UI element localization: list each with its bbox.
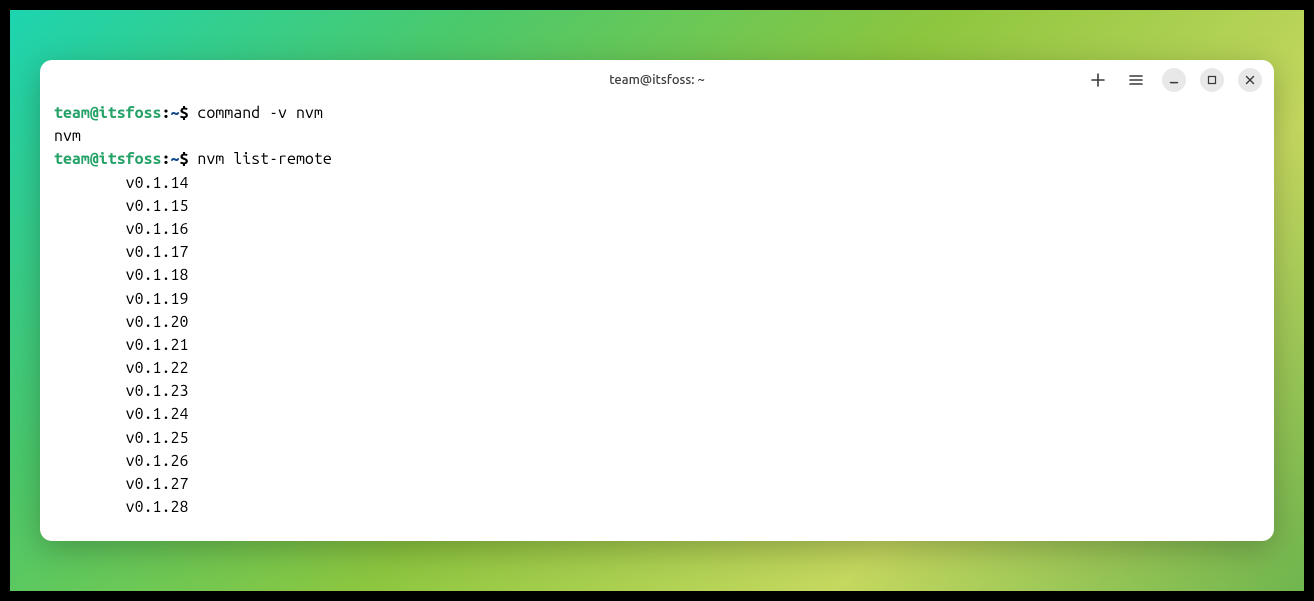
window-controls bbox=[1086, 68, 1262, 92]
version-item: v0.1.24 bbox=[54, 403, 1260, 426]
hamburger-icon bbox=[1128, 72, 1144, 88]
version-item: v0.1.17 bbox=[54, 241, 1260, 264]
prompt-user-host: team@itsfoss bbox=[54, 150, 162, 168]
version-item: v0.1.22 bbox=[54, 357, 1260, 380]
terminal-output-area[interactable]: team@itsfoss:~$ command -v nvm nvm team@… bbox=[40, 100, 1274, 541]
command-text: command -v nvm bbox=[197, 104, 322, 122]
version-item: v0.1.20 bbox=[54, 311, 1260, 334]
menu-button[interactable] bbox=[1124, 68, 1148, 92]
minimize-icon bbox=[1167, 73, 1181, 87]
prompt-dollar: $ bbox=[179, 104, 197, 122]
version-item: v0.1.14 bbox=[54, 172, 1260, 195]
command-text: nvm list-remote bbox=[197, 150, 331, 168]
version-item: v0.1.25 bbox=[54, 427, 1260, 450]
maximize-icon bbox=[1205, 73, 1219, 87]
version-item: v0.1.18 bbox=[54, 264, 1260, 287]
version-item: v0.1.19 bbox=[54, 288, 1260, 311]
new-tab-button[interactable] bbox=[1086, 68, 1110, 92]
command-output-1: nvm bbox=[54, 125, 1260, 148]
prompt-colon: : bbox=[162, 104, 171, 122]
prompt-line-1: team@itsfoss:~$ command -v nvm bbox=[54, 102, 1260, 125]
close-icon bbox=[1243, 73, 1257, 87]
desktop-background: team@itsfoss: ~ bbox=[10, 10, 1304, 591]
version-item: v0.1.27 bbox=[54, 473, 1260, 496]
window-title: team@itsfoss: ~ bbox=[609, 73, 705, 87]
plus-icon bbox=[1090, 72, 1106, 88]
version-item: v0.1.16 bbox=[54, 218, 1260, 241]
prompt-colon: : bbox=[162, 150, 171, 168]
version-list: v0.1.14 v0.1.15 v0.1.16 v0.1.17 v0.1.18 … bbox=[54, 172, 1260, 520]
prompt-dollar: $ bbox=[179, 150, 197, 168]
version-item: v0.1.21 bbox=[54, 334, 1260, 357]
window-titlebar: team@itsfoss: ~ bbox=[40, 60, 1274, 100]
version-item: v0.1.15 bbox=[54, 195, 1260, 218]
prompt-line-2: team@itsfoss:~$ nvm list-remote bbox=[54, 148, 1260, 171]
version-item: v0.1.28 bbox=[54, 496, 1260, 519]
close-button[interactable] bbox=[1238, 68, 1262, 92]
maximize-button[interactable] bbox=[1200, 68, 1224, 92]
version-item: v0.1.23 bbox=[54, 380, 1260, 403]
prompt-user-host: team@itsfoss bbox=[54, 104, 162, 122]
version-item: v0.1.26 bbox=[54, 450, 1260, 473]
terminal-window: team@itsfoss: ~ bbox=[40, 60, 1274, 541]
minimize-button[interactable] bbox=[1162, 68, 1186, 92]
